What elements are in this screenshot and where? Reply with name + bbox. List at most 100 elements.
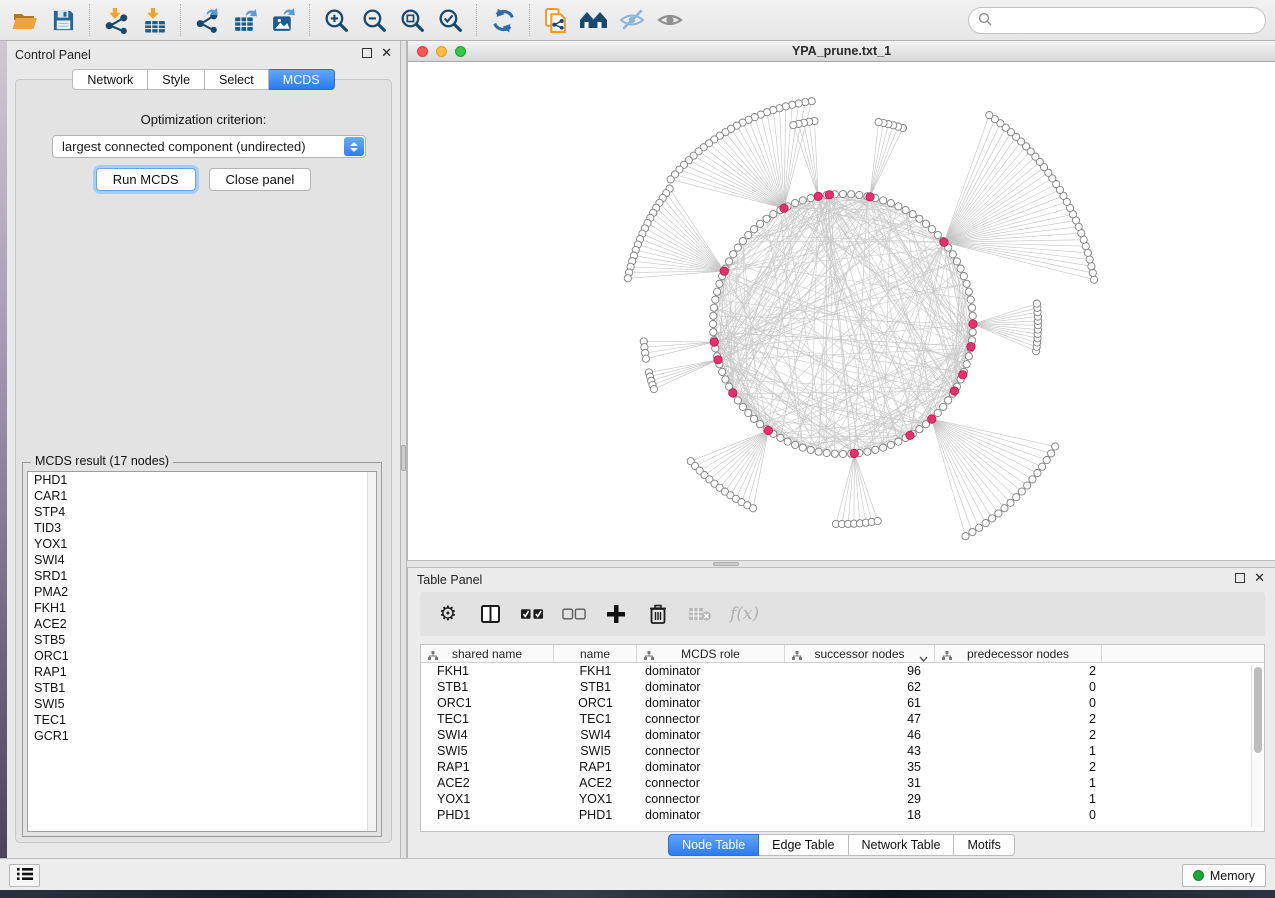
list-scrollbar-track[interactable]: [367, 472, 376, 831]
close-panel-icon[interactable]: ✕: [381, 48, 392, 58]
search-box: [968, 7, 1266, 34]
table-cell: 43: [785, 743, 935, 759]
show-all-button[interactable]: [651, 2, 689, 38]
table-cell: 2: [935, 759, 1102, 775]
float-panel-icon[interactable]: [1235, 573, 1245, 583]
memory-button[interactable]: Memory: [1182, 864, 1266, 887]
mcds-result-item[interactable]: TID3: [28, 520, 376, 536]
column-header-shared-name[interactable]: shared name: [421, 645, 554, 662]
save-session-button[interactable]: [44, 2, 82, 38]
import-table-button[interactable]: [135, 2, 173, 38]
mcds-result-item[interactable]: SWI4: [28, 552, 376, 568]
mcds-result-item[interactable]: GCR1: [28, 728, 376, 744]
table-scrollbar-thumb[interactable]: [1254, 667, 1262, 753]
refresh-network-button[interactable]: [484, 2, 522, 38]
zoom-fit-button[interactable]: [393, 2, 431, 38]
table-row[interactable]: STB1STB1dominator620: [421, 679, 1264, 695]
control-panel-title: Control Panel: [15, 48, 91, 62]
function-builder-icon: f(x): [730, 604, 759, 624]
mcds-result-item[interactable]: YOX1: [28, 536, 376, 552]
export-table-button[interactable]: [226, 2, 264, 38]
select-all-icon[interactable]: [520, 602, 544, 626]
first-neighbors-button[interactable]: [575, 2, 613, 38]
vertical-splitter[interactable]: [400, 41, 407, 858]
mcds-result-item[interactable]: ACE2: [28, 616, 376, 632]
table-cell: PHD1: [554, 807, 637, 823]
tab-mcds[interactable]: MCDS: [269, 69, 335, 90]
table-cell: RAP1: [421, 759, 554, 775]
table-row[interactable]: ORC1ORC1dominator610: [421, 695, 1264, 711]
deselect-all-icon[interactable]: [562, 602, 586, 626]
desktop-wallpaper-sliver: [0, 41, 7, 858]
tab-select[interactable]: Select: [205, 69, 269, 90]
close-panel-icon[interactable]: ✕: [1254, 573, 1265, 583]
network-canvas[interactable]: [408, 62, 1275, 559]
mcds-result-item[interactable]: STB5: [28, 632, 376, 648]
table-cell: dominator: [637, 679, 785, 695]
task-history-button[interactable]: [9, 864, 40, 887]
table-row[interactable]: RAP1RAP1dominator352: [421, 759, 1264, 775]
splitter-grabber[interactable]: [401, 445, 406, 471]
zoom-selected-button[interactable]: [431, 2, 469, 38]
export-network-button[interactable]: [188, 2, 226, 38]
zoom-in-button[interactable]: [317, 2, 355, 38]
export-image-button[interactable]: [264, 2, 302, 38]
table-cell: 62: [785, 679, 935, 695]
show-column-icon[interactable]: [478, 602, 502, 626]
tab-network-table[interactable]: Network Table: [849, 834, 955, 856]
mcds-result-list[interactable]: PHD1CAR1STP4TID3YOX1SWI4SRD1PMA2FKH1ACE2…: [27, 471, 377, 832]
mcds-result-item[interactable]: STP4: [28, 504, 376, 520]
table-row[interactable]: SWI4SWI4dominator462: [421, 727, 1264, 743]
column-header-predecessor-nodes[interactable]: predecessor nodes: [935, 645, 1102, 662]
open-file-button[interactable]: [6, 2, 44, 38]
table-cell: dominator: [637, 727, 785, 743]
column-type-icon: [792, 649, 802, 663]
mcds-result-item[interactable]: ORC1: [28, 648, 376, 664]
table-cell: 47: [785, 711, 935, 727]
mcds-result-item[interactable]: SWI5: [28, 696, 376, 712]
cytoscape-app-window: Control Panel ✕ Network Style Select MCD…: [0, 0, 1275, 898]
column-header-successor-nodes[interactable]: successor nodes: [785, 645, 935, 662]
table-row[interactable]: ACE2ACE2connector311: [421, 775, 1264, 791]
mcds-result-item[interactable]: PHD1: [28, 472, 376, 488]
table-row[interactable]: TEC1TEC1connector472: [421, 711, 1264, 727]
float-panel-icon[interactable]: [362, 48, 372, 58]
zoom-fit-icon: [399, 7, 426, 34]
table-scrollbar-track[interactable]: [1251, 665, 1262, 827]
mcds-result-item[interactable]: SRD1: [28, 568, 376, 584]
table-panel-title: Table Panel: [417, 573, 482, 587]
table-cell: 31: [785, 775, 935, 791]
mcds-result-item[interactable]: RAP1: [28, 664, 376, 680]
mcds-result-item[interactable]: STB1: [28, 680, 376, 696]
table-options-gear-icon[interactable]: ⚙: [436, 602, 460, 626]
search-input[interactable]: [998, 13, 1265, 28]
table-row[interactable]: FKH1FKH1dominator962: [421, 663, 1264, 679]
clone-network-button[interactable]: [537, 2, 575, 38]
run-mcds-button[interactable]: Run MCDS: [96, 168, 196, 191]
tab-network[interactable]: Network: [72, 69, 148, 90]
network-window-titlebar[interactable]: YPA_prune.txt_1: [408, 41, 1275, 62]
add-icon[interactable]: [604, 602, 628, 626]
zoom-out-button[interactable]: [355, 2, 393, 38]
mcds-result-item[interactable]: CAR1: [28, 488, 376, 504]
splitter-grabber[interactable]: [713, 562, 739, 566]
tab-edge-table[interactable]: Edge Table: [759, 834, 848, 856]
column-header-MCDS-role[interactable]: MCDS role: [637, 645, 785, 662]
horizontal-splitter[interactable]: [407, 560, 1275, 568]
table-cell: 0: [935, 679, 1102, 695]
table-row[interactable]: PHD1PHD1dominator180: [421, 807, 1264, 823]
tab-node-table[interactable]: Node Table: [668, 834, 759, 856]
import-network-button[interactable]: [97, 2, 135, 38]
trash-icon[interactable]: [646, 602, 670, 626]
hide-selected-button[interactable]: [613, 2, 651, 38]
optimization-criterion-select[interactable]: largest connected component (undirected): [52, 135, 366, 158]
column-header-name[interactable]: name: [554, 645, 637, 662]
tab-motifs[interactable]: Motifs: [954, 834, 1014, 856]
close-panel-button[interactable]: Close panel: [209, 168, 312, 191]
table-row[interactable]: YOX1YOX1connector291: [421, 791, 1264, 807]
tab-style[interactable]: Style: [148, 69, 205, 90]
mcds-result-item[interactable]: PMA2: [28, 584, 376, 600]
mcds-result-item[interactable]: TEC1: [28, 712, 376, 728]
mcds-result-item[interactable]: FKH1: [28, 600, 376, 616]
table-row[interactable]: SWI5SWI5connector431: [421, 743, 1264, 759]
